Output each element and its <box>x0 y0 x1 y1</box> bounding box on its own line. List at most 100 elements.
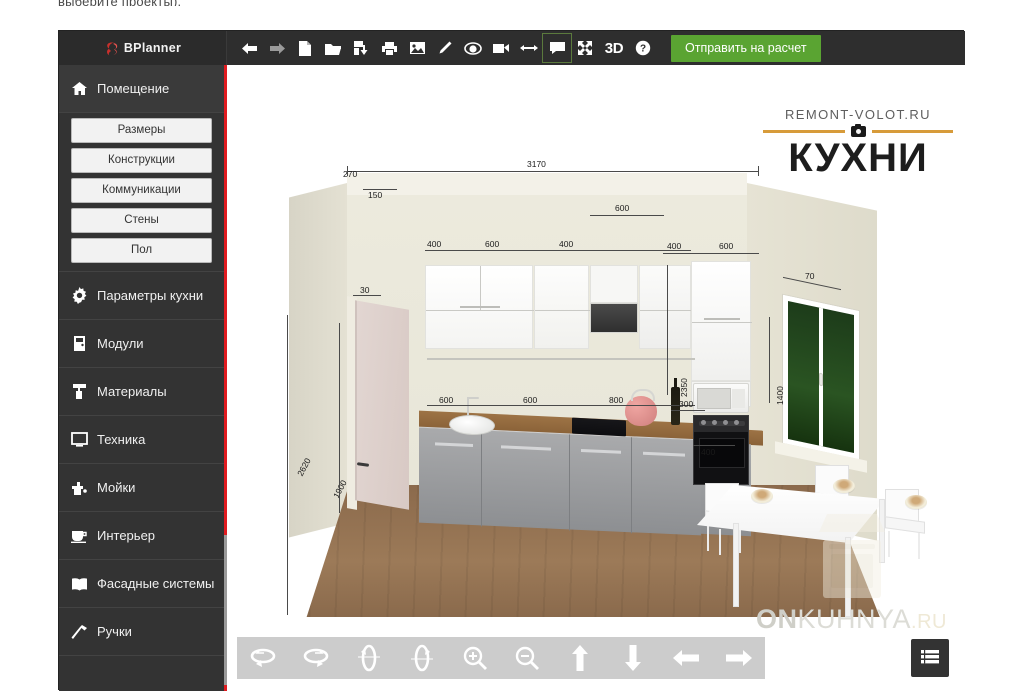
bplanner-logo-icon <box>104 41 119 56</box>
arrow-up-icon[interactable] <box>560 641 600 675</box>
sidebar-item-fasadnye-sistemy[interactable]: Фасадные системы <box>59 560 224 608</box>
bplanner-app-window: BPlanner 3D ? Отправить на расчет Помеще… <box>58 30 965 691</box>
coffee-cup <box>833 479 855 493</box>
submenu-pol[interactable]: Пол <box>71 238 212 263</box>
sidebar-item-label: Параметры кухни <box>97 288 204 303</box>
sidebar-item-label: Интерьер <box>97 528 156 543</box>
dim-overall-width: 3170 <box>527 159 546 169</box>
image-icon[interactable] <box>403 34 431 62</box>
microwave <box>693 383 749 413</box>
base-cabinets <box>419 426 701 536</box>
kettle <box>625 389 657 426</box>
table-leg <box>733 523 739 607</box>
entry-door <box>355 300 409 510</box>
dim-window-width: 70 <box>805 271 815 281</box>
upper-cabinet-mid <box>534 265 590 349</box>
dim-wall-height: 2350 <box>679 378 689 397</box>
speech-bubble-icon[interactable] <box>542 33 572 63</box>
brand-name: BPlanner <box>123 41 182 55</box>
new-file-icon[interactable] <box>291 34 319 62</box>
open-folder-icon[interactable] <box>319 34 347 62</box>
monitor-icon <box>71 431 88 448</box>
submenu-razmery[interactable]: Размеры <box>71 118 212 143</box>
sidebar-item-ruchki[interactable]: Ручки <box>59 608 224 656</box>
sidebar-item-label: Ручки <box>97 624 132 639</box>
backsplash-rail <box>427 358 695 360</box>
help-icon[interactable]: ? <box>629 34 657 62</box>
fullscreen-icon[interactable] <box>571 34 599 62</box>
sidebar-item-parametry-kuhni[interactable]: Параметры кухни <box>59 272 224 320</box>
sidebar-item-mojki[interactable]: Мойки <box>59 464 224 512</box>
ceiling-surface <box>347 173 747 197</box>
tilt-up-icon[interactable] <box>349 641 389 675</box>
sidebar-item-tehnika[interactable]: Техника <box>59 416 224 464</box>
dim-line-counter <box>427 405 695 406</box>
dim-left-offset: 270 <box>343 169 358 179</box>
faucet-icon <box>71 479 88 496</box>
submenu-konstrukcii[interactable]: Конструкции <box>71 148 212 173</box>
print-icon[interactable] <box>375 34 403 62</box>
video-camera-icon[interactable] <box>487 34 515 62</box>
page-fragment-text: выберите проекты). <box>58 0 181 6</box>
dim-top-module-2: 600 <box>485 239 500 249</box>
dim-window-height: 1400 <box>775 386 785 405</box>
send-to-calculation-button[interactable]: Отправить на расчет <box>671 34 821 62</box>
rotate-left-icon[interactable] <box>243 641 283 675</box>
zoom-in-icon[interactable] <box>455 641 495 675</box>
window-handle <box>819 372 823 387</box>
zoom-out-icon[interactable] <box>507 641 547 675</box>
sidebar-item-materialy[interactable]: Материалы <box>59 368 224 416</box>
sidebar-item-label: Мойки <box>97 480 136 495</box>
svg-text:?: ? <box>640 44 646 55</box>
tall-upper-cabinet <box>691 261 752 381</box>
upper-cabinet-right <box>639 265 692 349</box>
table-leg <box>845 537 851 617</box>
pencil-icon[interactable] <box>431 34 459 62</box>
dim-niche-width: 600 <box>615 203 630 213</box>
sidebar-item-label: Помещение <box>97 81 170 96</box>
list-icon[interactable] <box>911 639 949 677</box>
paint-roller-icon <box>71 383 88 400</box>
table-leg <box>879 499 885 563</box>
upper-cabinet-left <box>425 265 534 349</box>
redo-arrow-icon[interactable] <box>263 34 291 62</box>
dim-right-module-1: 400 <box>667 241 682 251</box>
submenu-steny[interactable]: Стены <box>71 208 212 233</box>
dim-line-niche <box>590 215 664 216</box>
eye-icon[interactable] <box>459 34 487 62</box>
arrow-left-icon[interactable] <box>666 641 706 675</box>
3d-viewport[interactable]: 3170 270 150 600 400 600 400 400 600 600… <box>227 65 965 691</box>
undo-arrow-icon[interactable] <box>235 34 263 62</box>
dim-top-module-3: 400 <box>559 239 574 249</box>
3d-toggle[interactable]: 3D <box>599 34 629 62</box>
range-hood <box>590 303 638 333</box>
sidebar-item-pomeshchenie[interactable]: Помещение <box>59 65 224 113</box>
sidebar-item-interier[interactable]: Интерьер <box>59 512 224 560</box>
tilt-down-icon[interactable] <box>402 641 442 675</box>
dim-line-top-modules <box>425 250 691 251</box>
dim-line-right-modules <box>663 253 759 254</box>
sidebar-submenu: Размеры Конструкции Коммуникации Стены П… <box>59 113 224 272</box>
save-disk-icon[interactable] <box>347 34 375 62</box>
arrow-down-icon[interactable] <box>613 641 653 675</box>
sidebar-item-moduli[interactable]: Модули <box>59 320 224 368</box>
arrow-right-icon[interactable] <box>719 641 759 675</box>
dim-top-module-1: 400 <box>427 239 442 249</box>
cabinet-icon <box>71 335 88 352</box>
dim-gap-right: 300 <box>679 399 694 409</box>
cooktop <box>572 417 626 437</box>
rotate-right-icon[interactable] <box>296 641 336 675</box>
app-brand: BPlanner <box>59 31 227 65</box>
coffee-cup <box>905 495 927 509</box>
toolbar-buttons: 3D ? Отправить на расчет <box>227 31 821 65</box>
dim-counter-2: 600 <box>523 395 538 405</box>
dim-oven-width: 400 <box>701 447 716 457</box>
submenu-kommunikacii[interactable]: Коммуникации <box>71 178 212 203</box>
dim-counter-3: 800 <box>609 395 624 405</box>
book-icon <box>71 575 88 592</box>
dim-line-overall <box>347 171 759 172</box>
sidebar-item-label: Модули <box>97 336 144 351</box>
horizontal-arrows-icon[interactable] <box>515 34 543 62</box>
dim-right-module-2: 600 <box>719 241 734 251</box>
coffee-cup <box>751 489 773 503</box>
